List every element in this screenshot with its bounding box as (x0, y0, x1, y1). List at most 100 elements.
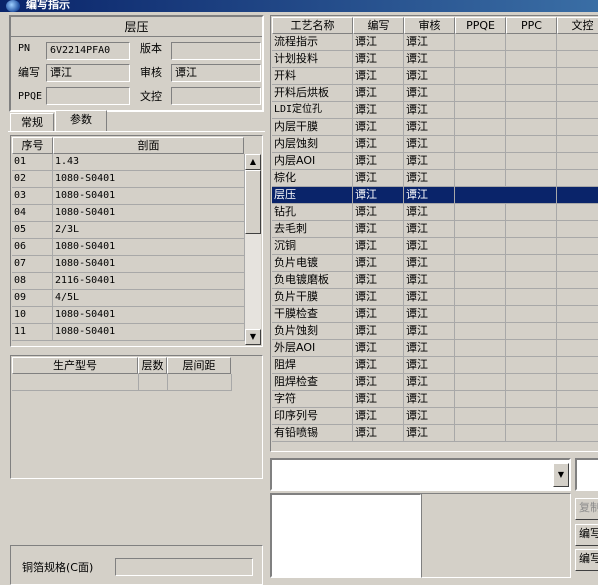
column-header-doc-control[interactable]: 文控 (557, 17, 598, 34)
table-row[interactable]: 负片蚀刻 谭江 谭江 (272, 323, 598, 340)
table-row[interactable]: 负片电镀 谭江 谭江 (272, 255, 598, 272)
cell-doc-control (557, 374, 598, 391)
column-header-process-name[interactable]: 工艺名称 (272, 17, 353, 34)
cell-index: 05 (12, 222, 53, 239)
table-row[interactable]: 07 1080-S0401 (12, 256, 245, 273)
table-row[interactable]: 内层AOI 谭江 谭江 (272, 153, 598, 170)
table-row[interactable]: 阻焊检查 谭江 谭江 (272, 374, 598, 391)
cell-index: 09 (12, 290, 53, 307)
scroll-down-icon[interactable]: ▼ (245, 329, 261, 345)
cell-process-name: 开料后烘板 (272, 85, 353, 102)
scroll-up-icon[interactable]: ▲ (245, 154, 261, 170)
table-row[interactable]: 外层AOI 谭江 谭江 (272, 340, 598, 357)
version-label: 版本 (140, 42, 162, 55)
secondary-field[interactable] (575, 458, 598, 491)
process-table-header: 工艺名称 编写 审核 PPQE PPC 文控 (272, 17, 598, 34)
cell-doc-control (557, 187, 598, 204)
column-header-model[interactable]: 生产型号 (12, 357, 138, 374)
cell-process-name: 阻焊 (272, 357, 353, 374)
table-row[interactable]: 09 4/5L (12, 290, 245, 307)
tab-params[interactable]: 参数 (55, 110, 107, 132)
table-row[interactable]: 10 1080-S0401 (12, 307, 245, 324)
cell-ppc (506, 357, 557, 374)
column-header-ppqe[interactable]: PPQE (455, 17, 506, 34)
table-row[interactable]: LDI定位孔 谭江 谭江 (272, 102, 598, 119)
table-row[interactable]: 11 1080-S0401 (12, 324, 245, 341)
table-row[interactable]: 06 1080-S0401 (12, 239, 245, 256)
table-row[interactable]: 04 1080-S0401 (12, 205, 245, 222)
table-row[interactable]: 03 1080-S0401 (12, 188, 245, 205)
reviewer-field[interactable]: 谭江 (171, 64, 261, 82)
cell-process-name: 字符 (272, 391, 353, 408)
table-row[interactable]: 内层干膜 谭江 谭江 (272, 119, 598, 136)
cell-ppqe (455, 170, 506, 187)
table-row[interactable]: 05 2/3L (12, 222, 245, 239)
scroll-thumb[interactable] (245, 170, 261, 234)
table-row[interactable]: 层压 谭江 谭江 (272, 187, 598, 204)
cell-ppqe (455, 340, 506, 357)
cell-ppqe (455, 238, 506, 255)
column-header-spacing[interactable]: 层间距 (167, 357, 231, 374)
notes-pane[interactable] (270, 493, 422, 578)
cell-ppqe (455, 323, 506, 340)
column-header-ppc[interactable]: PPC (506, 17, 557, 34)
doc-control-field[interactable] (171, 87, 261, 105)
table-row[interactable]: 流程指示 谭江 谭江 (272, 34, 598, 51)
cell-ppqe (455, 357, 506, 374)
write-button-1[interactable]: 编写 (575, 524, 598, 546)
table-row[interactable]: 负电镀磨板 谭江 谭江 (272, 272, 598, 289)
cell-doc-control (557, 136, 598, 153)
cell-reviewer: 谭江 (404, 34, 455, 51)
table-row[interactable]: 印序列号 谭江 谭江 (272, 408, 598, 425)
cell-reviewer: 谭江 (404, 204, 455, 221)
cell-writer: 谭江 (353, 85, 404, 102)
ppqe-field[interactable] (46, 87, 130, 105)
cell-process-name: 负片干膜 (272, 289, 353, 306)
tab-general[interactable]: 常规 (10, 113, 54, 132)
table-row[interactable]: 有铅喷锡 谭江 谭江 (272, 425, 598, 442)
cell-process-name: 流程指示 (272, 34, 353, 51)
title-bar[interactable]: 编写指示 (0, 0, 598, 12)
column-header-index[interactable]: 序号 (12, 137, 53, 154)
cell-ppqe (455, 34, 506, 51)
cell-writer: 谭江 (353, 221, 404, 238)
chevron-down-icon[interactable]: ▼ (553, 463, 569, 487)
cell-doc-control (557, 238, 598, 255)
copy-button[interactable]: 复制 (575, 498, 598, 520)
table-row[interactable]: 字符 谭江 谭江 (272, 391, 598, 408)
column-header-writer[interactable]: 编写 (353, 17, 404, 34)
pn-field[interactable]: 6V2214PFA0 (46, 42, 130, 60)
column-header-section[interactable]: 剖面 (53, 137, 244, 154)
foil-spec-field[interactable] (115, 558, 253, 576)
table-row[interactable]: 开料 谭江 谭江 (272, 68, 598, 85)
cell-ppqe (455, 374, 506, 391)
table-row[interactable]: 去毛刺 谭江 谭江 (272, 221, 598, 238)
table-row[interactable]: 钻孔 谭江 谭江 (272, 204, 598, 221)
cell-process-name: 去毛刺 (272, 221, 353, 238)
production-empty-row[interactable] (12, 374, 232, 391)
table-row[interactable]: 内层蚀刻 谭江 谭江 (272, 136, 598, 153)
table-row[interactable]: 01 1.43 (12, 154, 245, 171)
table-row[interactable]: 02 1080-S0401 (12, 171, 245, 188)
cell-ppc (506, 238, 557, 255)
write-button-2[interactable]: 编写 (575, 549, 598, 571)
table-row[interactable]: 08 2116-S0401 (12, 273, 245, 290)
writer-field[interactable]: 谭江 (46, 64, 130, 82)
cell-doc-control (557, 221, 598, 238)
table-row[interactable]: 负片干膜 谭江 谭江 (272, 289, 598, 306)
version-field[interactable] (171, 42, 261, 60)
table-row[interactable]: 棕化 谭江 谭江 (272, 170, 598, 187)
table-row[interactable]: 阻焊 谭江 谭江 (272, 357, 598, 374)
table-row[interactable]: 沉铜 谭江 谭江 (272, 238, 598, 255)
column-header-reviewer[interactable]: 审核 (404, 17, 455, 34)
column-header-layers[interactable]: 层数 (138, 357, 167, 374)
writer-label: 编写 (18, 66, 40, 79)
cell-ppc (506, 170, 557, 187)
cell-index: 06 (12, 239, 53, 256)
cell-writer: 谭江 (353, 425, 404, 442)
cell-writer: 谭江 (353, 306, 404, 323)
process-combo[interactable] (270, 458, 571, 491)
table-row[interactable]: 开料后烘板 谭江 谭江 (272, 85, 598, 102)
table-row[interactable]: 计划投料 谭江 谭江 (272, 51, 598, 68)
table-row[interactable]: 干膜检查 谭江 谭江 (272, 306, 598, 323)
